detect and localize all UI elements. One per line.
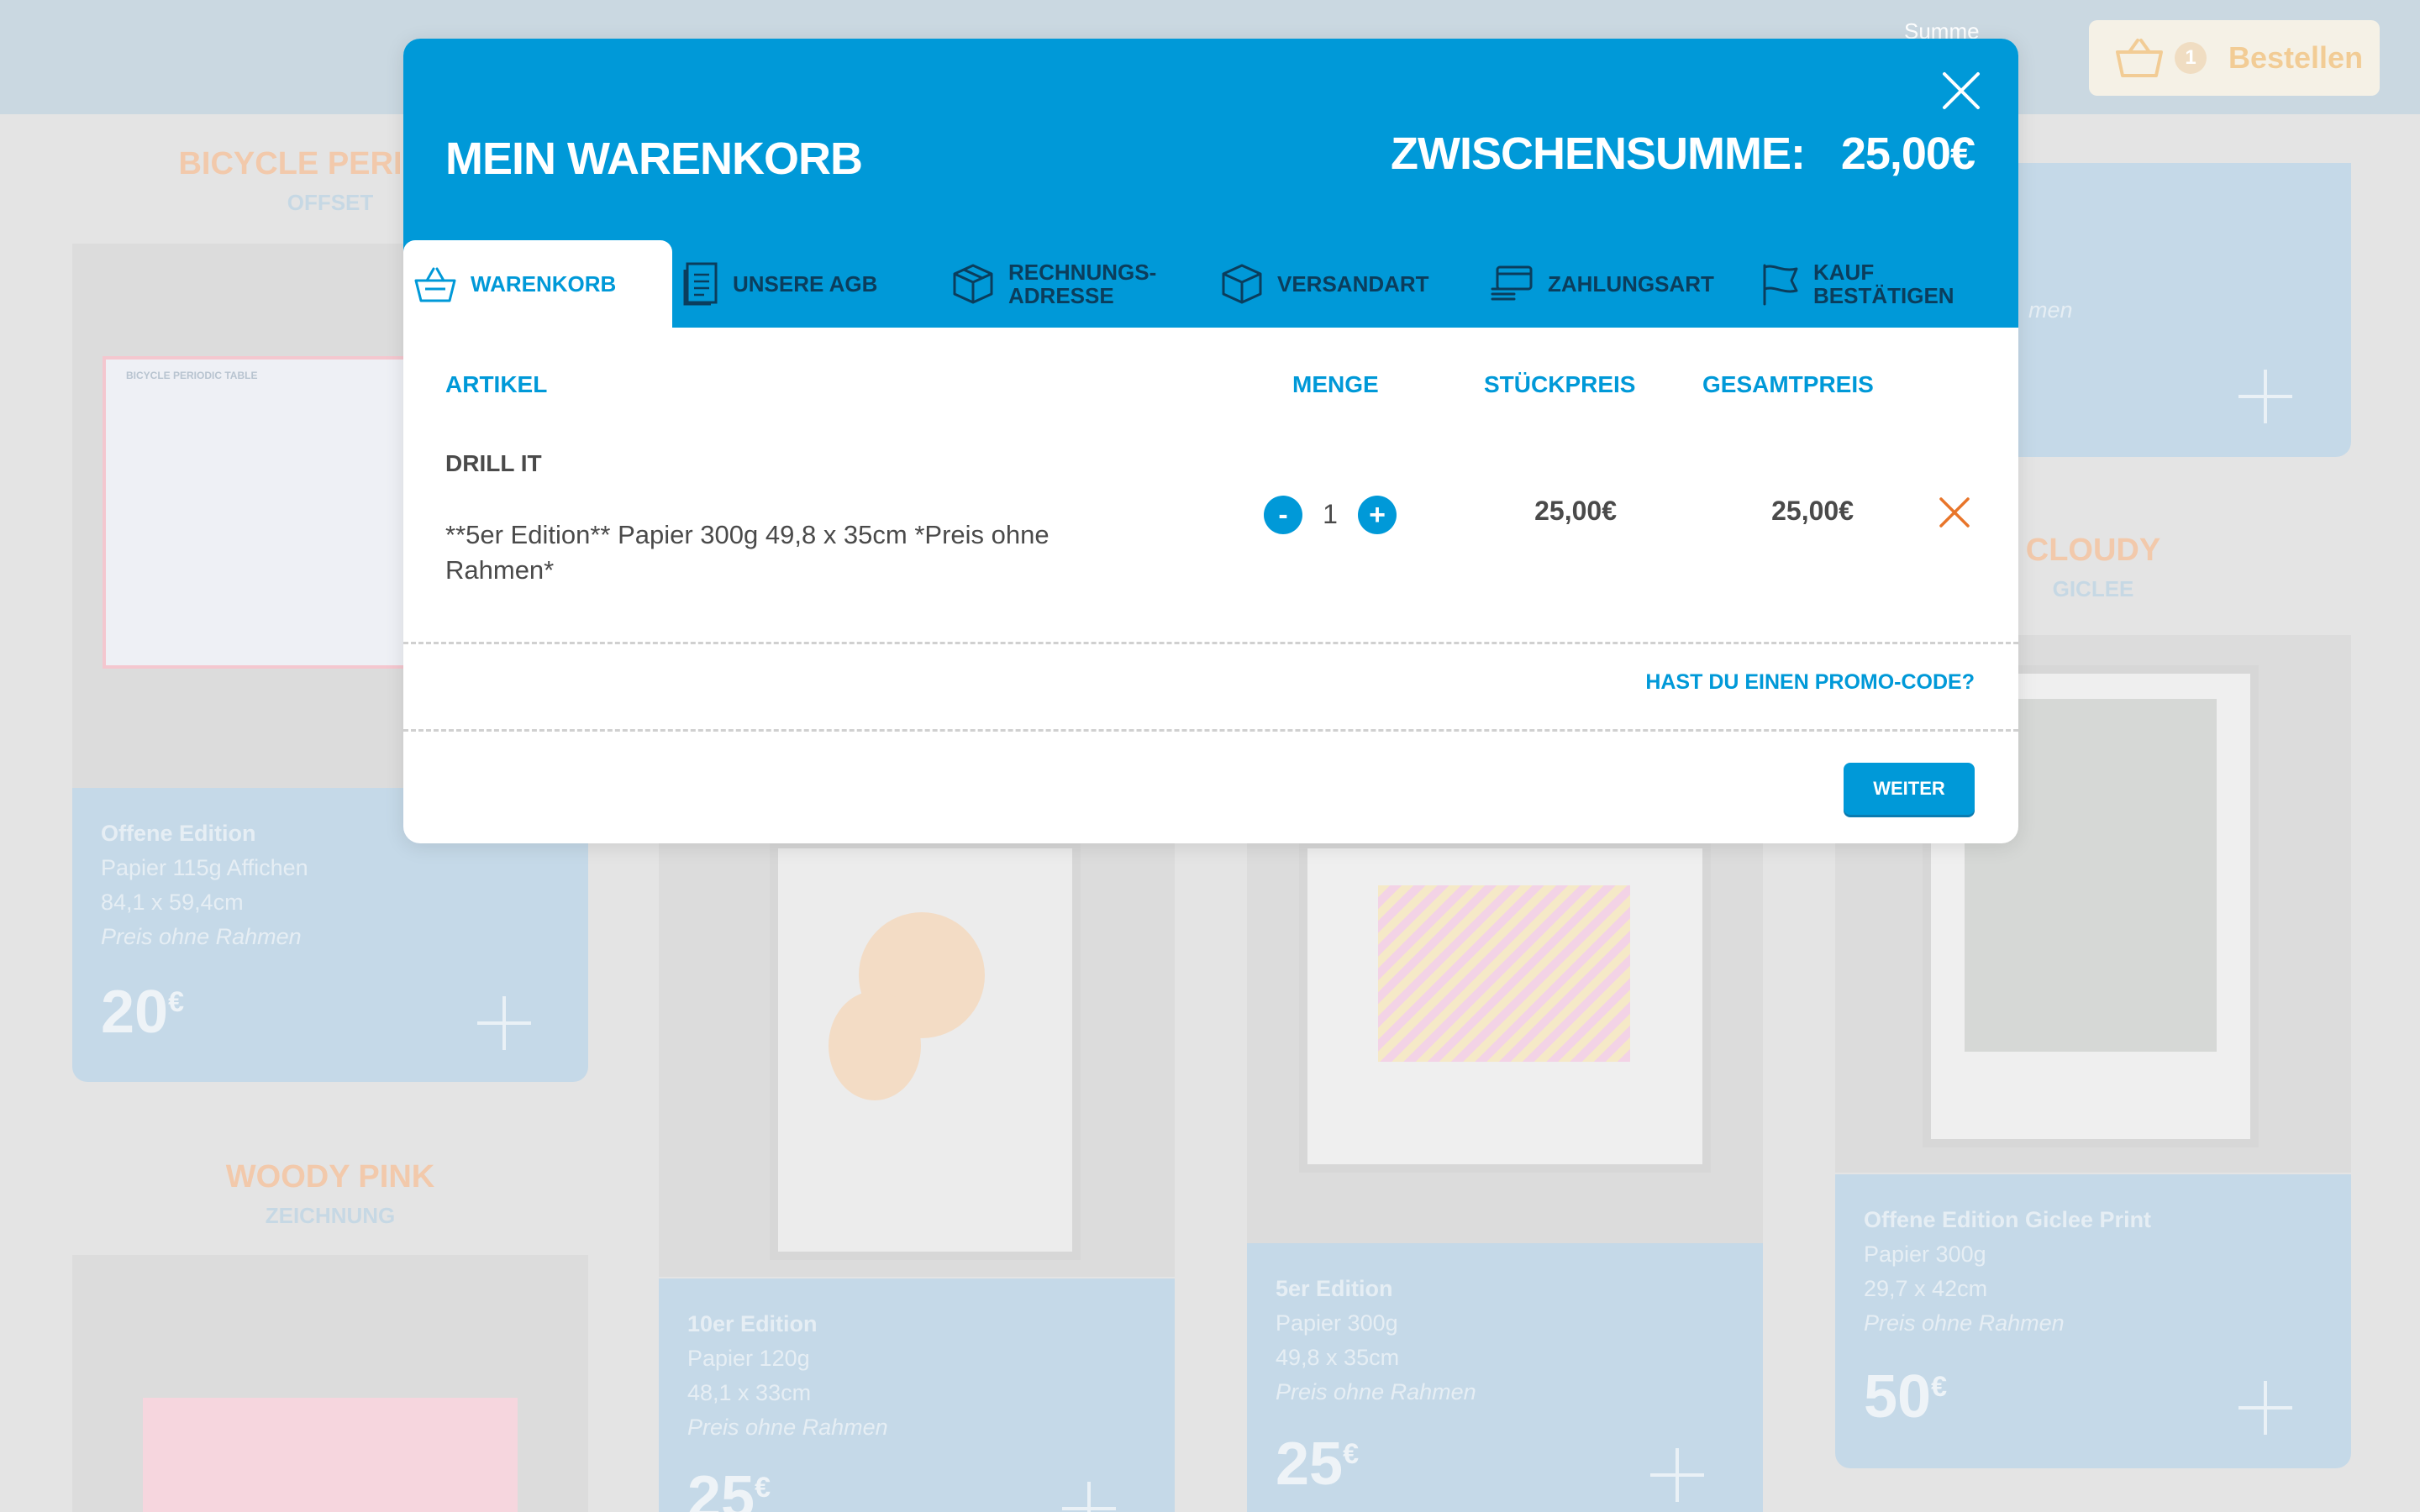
quantity-value: 1 (1323, 499, 1338, 529)
product-price: 25€ (1276, 1431, 1360, 1498)
modal-header: MEIN WARENKORB ZWISCHENSUMME: 25,00€ WAR… (403, 39, 2018, 328)
info-line: Preis ohne Rahmen (1276, 1379, 1476, 1404)
tab-label: KAUF BESTÄTIGEN (1813, 260, 1954, 308)
remove-item-icon[interactable] (1936, 494, 1973, 531)
product-subtitle: ZEICHNUNG (265, 1203, 396, 1228)
tab-label: WARENKORB (471, 271, 617, 297)
product-price: 20€ (101, 979, 185, 1046)
total-price: 25,00€ (1771, 496, 1854, 526)
info-line: 48,1 x 33cm (687, 1380, 812, 1405)
info-line: 49,8 x 35cm (1276, 1345, 1400, 1370)
product-image (72, 1255, 588, 1512)
info-line: Papier 300g (1864, 1242, 1986, 1267)
basket-icon (414, 267, 456, 302)
checkout-steps: WARENKORB UNSERE AGB RECHNUNGS- ADRESSE (403, 240, 2018, 328)
tab-label: RECHNUNGS- ADRESSE (1008, 260, 1157, 308)
cart-count-badge: 1 (2175, 42, 2207, 74)
product-image (1247, 806, 1763, 1243)
order-label: Bestellen (2228, 40, 2364, 75)
basket-icon (2116, 39, 2163, 77)
info-line: Offene Edition Giclee Print (1864, 1207, 2152, 1232)
info-line: Preis ohne Rahmen (1864, 1310, 2065, 1336)
box-icon (953, 264, 993, 304)
framed-poster (770, 840, 1081, 1260)
add-to-cart-icon[interactable] (1062, 1482, 1116, 1512)
next-button[interactable]: WEITER (1844, 763, 1975, 815)
info-line: Papier 120g (687, 1346, 810, 1371)
tab-label: UNSERE AGB (733, 271, 878, 297)
column-header-artikel: ARTIKEL (445, 371, 548, 397)
tab-kauf-bestaetigen[interactable]: KAUF BESTÄTIGEN (1748, 240, 2017, 328)
subtotal-label: ZWISCHENSUMME: (1391, 129, 1806, 179)
divider (403, 642, 2018, 644)
tab-versandart[interactable]: VERSANDART (1210, 240, 1479, 328)
tab-label: ZAHLUNGSART (1548, 271, 1714, 297)
info-line: Papier 115g Affichen (101, 855, 308, 880)
info-line: 84,1 x 59,4cm (101, 890, 244, 915)
promo-code-link[interactable]: HAST DU EINEN PROMO-CODE? (1645, 670, 1975, 695)
info-line: 10er Edition (687, 1311, 818, 1336)
order-button[interactable]: 1 Bestellen (2089, 20, 2380, 96)
quantity-increase-button[interactable]: + (1358, 496, 1397, 534)
unit-price: 25,00€ (1534, 496, 1617, 526)
tab-rechnungsadresse[interactable]: RECHNUNGS- ADRESSE (941, 240, 1210, 328)
cart-modal: MEIN WARENKORB ZWISCHENSUMME: 25,00€ WAR… (403, 39, 2018, 843)
card-icon (1491, 265, 1533, 301)
document-icon (683, 262, 718, 306)
info-line: men (2028, 297, 2073, 323)
modal-title: MEIN WARENKORB (445, 134, 863, 184)
box-icon (1222, 264, 1262, 304)
divider (403, 729, 2018, 732)
tab-warenkorb[interactable]: WARENKORB (403, 240, 672, 328)
flag-icon (1763, 264, 1798, 306)
quantity-decrease-button[interactable]: - (1264, 496, 1302, 534)
add-to-cart-icon[interactable] (2238, 370, 2292, 423)
squirrel-image (829, 991, 921, 1100)
tab-agb[interactable]: UNSERE AGB (672, 240, 941, 328)
product-price: 25€ (687, 1464, 771, 1512)
product-image (659, 806, 1175, 1277)
add-to-cart-icon[interactable] (2238, 1381, 2292, 1435)
item-description: **5er Edition** Papier 300g 49,8 x 35cm … (445, 520, 1050, 585)
info-line: Preis ohne Rahmen (101, 924, 302, 949)
add-to-cart-icon[interactable] (1650, 1448, 1704, 1502)
info-line: 29,7 x 42cm (1864, 1276, 1988, 1301)
info-line: Papier 300g (1276, 1310, 1398, 1336)
poster-image: BICYCLE PERIODIC TABLE (103, 356, 439, 669)
product-price: 50€ (1864, 1363, 1948, 1431)
column-header-stueckpreis: STÜCKPREIS (1484, 371, 1636, 397)
poster-caption: BICYCLE PERIODIC TABLE (126, 370, 258, 381)
subtotal-value: 25,00€ (1840, 129, 1975, 179)
tab-label: VERSANDART (1277, 271, 1429, 297)
column-header-gesamtpreis: GESAMTPREIS (1702, 371, 1874, 397)
poster-image (143, 1398, 518, 1512)
close-icon[interactable] (1938, 67, 1985, 114)
info-line: Preis ohne Rahmen (687, 1415, 888, 1440)
framed-poster (1299, 840, 1711, 1173)
column-header-menge: MENGE (1292, 371, 1379, 397)
info-line: 5er Edition (1276, 1276, 1393, 1301)
add-to-cart-icon[interactable] (477, 996, 531, 1050)
product-title: WOODY PINK (225, 1159, 435, 1194)
item-name: DRILL IT (445, 450, 542, 476)
drill-image (1378, 885, 1630, 1062)
tab-zahlungsart[interactable]: ZAHLUNGSART (1479, 240, 1748, 328)
